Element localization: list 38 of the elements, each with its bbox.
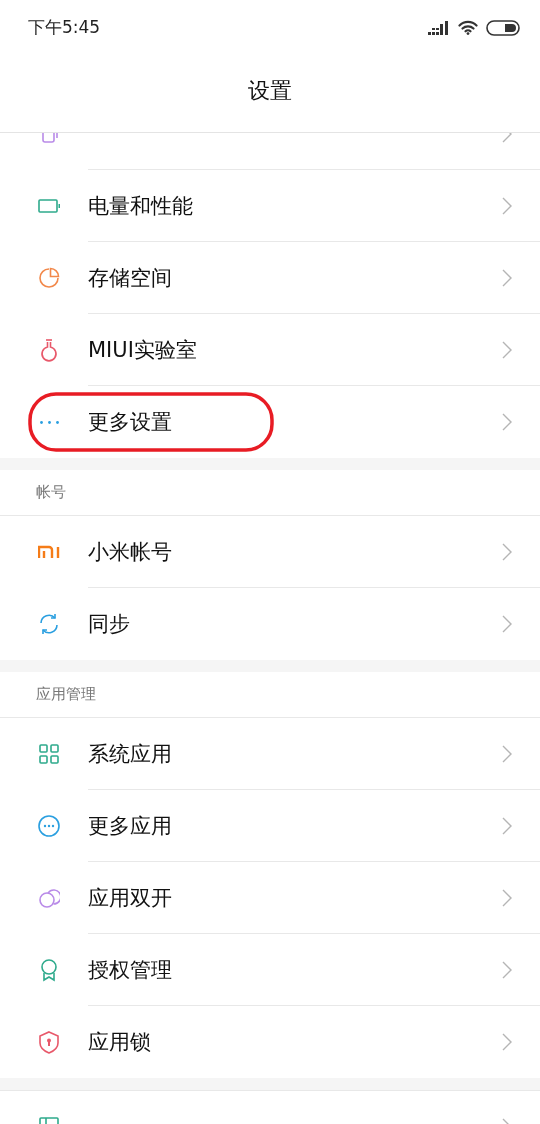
chevron-icon (502, 960, 512, 979)
ribbon-icon (38, 958, 60, 982)
settings-item[interactable]: 更多设置 (0, 386, 540, 458)
chevron-icon (502, 744, 512, 763)
page-title: 设置 (248, 76, 292, 105)
settings-item[interactable]: 授权管理 (0, 934, 540, 1006)
settings-item[interactable]: 更多应用 (0, 790, 540, 862)
chevron-icon (502, 615, 512, 633)
chevron-icon (502, 888, 512, 907)
battery-icon (486, 19, 520, 36)
pie-chart-icon (38, 266, 60, 290)
chevron-icon (502, 268, 512, 287)
two-circles-icon (38, 886, 60, 910)
chevron-icon (502, 1033, 512, 1051)
sync-icon (38, 612, 60, 636)
settings-item[interactable]: 应用锁 (0, 1006, 540, 1078)
settings-item[interactable]: 同步 (0, 588, 540, 660)
settings-item[interactable]: 存储空间 (0, 242, 540, 314)
settings-item[interactable]: 电量和性能 (0, 170, 540, 242)
settings-item[interactable]: MIUI实验室 (0, 314, 540, 386)
chevron-icon (502, 413, 512, 431)
more-circle-icon (38, 814, 60, 838)
shield-icon (38, 1030, 60, 1054)
signal-icon (428, 20, 450, 35)
chevron-icon (502, 340, 512, 359)
chevron-icon (502, 542, 512, 561)
chevron-icon (502, 196, 512, 215)
settings-item[interactable]: 小米帐号 (0, 516, 540, 588)
chevron-icon (502, 816, 512, 835)
clock: 下午5:45 (28, 16, 101, 39)
wifi-icon (458, 20, 478, 35)
section-header: 帐号 (36, 483, 66, 502)
section-header: 应用管理 (36, 685, 96, 704)
dots-icon (39, 420, 59, 424)
settings-item[interactable]: 应用双开 (0, 862, 540, 934)
settings-item[interactable]: 系统应用 (0, 718, 540, 790)
flask-icon (38, 338, 60, 362)
grid-icon (38, 742, 60, 766)
